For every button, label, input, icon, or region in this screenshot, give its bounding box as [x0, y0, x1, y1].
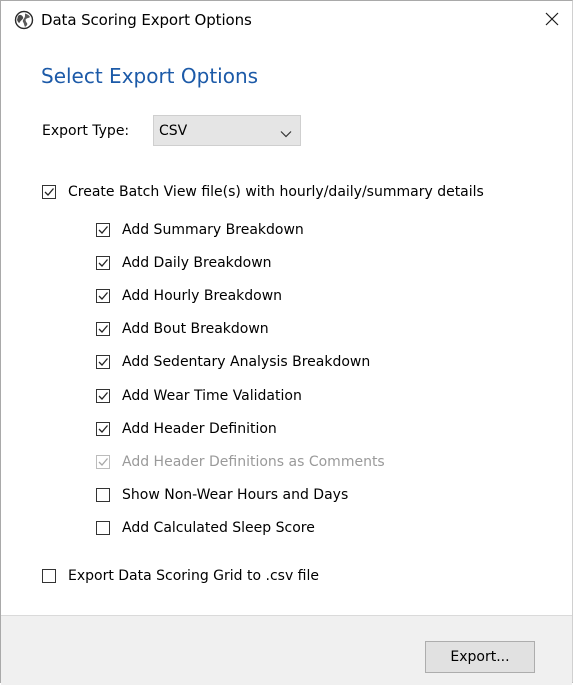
title-bar: Data Scoring Export Options: [1, 1, 572, 39]
option-label: Add Bout Breakdown: [122, 321, 269, 337]
option-row[interactable]: Add Calculated Sleep Score: [96, 518, 315, 538]
option-row[interactable]: Add Daily Breakdown: [96, 253, 272, 273]
option-row[interactable]: Add Sedentary Analysis Breakdown: [96, 352, 370, 372]
option-checkbox[interactable]: [96, 389, 110, 403]
option-checkbox[interactable]: [96, 521, 110, 535]
option-label: Add Summary Breakdown: [122, 222, 304, 238]
export-options-dialog: Data Scoring Export Options Select Expor…: [0, 0, 573, 685]
option-checkbox[interactable]: [96, 289, 110, 303]
option-label: Show Non-Wear Hours and Days: [122, 487, 349, 503]
option-row[interactable]: Add Wear Time Validation: [96, 386, 302, 406]
grid-export-option[interactable]: Export Data Scoring Grid to .csv file: [42, 566, 319, 586]
option-checkbox[interactable]: [96, 422, 110, 436]
option-label: Add Header Definitions as Comments: [122, 454, 385, 470]
export-type-select[interactable]: CSV: [153, 115, 301, 146]
option-row[interactable]: Add Hourly Breakdown: [96, 286, 282, 306]
option-checkbox[interactable]: [96, 488, 110, 502]
chevron-down-icon: [280, 125, 292, 138]
option-label: Add Calculated Sleep Score: [122, 520, 315, 536]
option-label: Add Wear Time Validation: [122, 388, 302, 404]
option-label: Add Daily Breakdown: [122, 255, 272, 271]
option-checkbox[interactable]: [96, 256, 110, 270]
option-label: Add Hourly Breakdown: [122, 288, 283, 304]
option-checkbox: [96, 455, 110, 469]
option-row[interactable]: Add Bout Breakdown: [96, 319, 269, 339]
grid-export-checkbox[interactable]: [42, 569, 56, 583]
grid-export-label: Export Data Scoring Grid to .csv file: [68, 568, 319, 584]
option-row[interactable]: Show Non-Wear Hours and Days: [96, 485, 348, 505]
export-button[interactable]: Export...: [425, 641, 535, 673]
section-heading: Select Export Options: [41, 64, 259, 88]
option-label: Add Sedentary Analysis Breakdown: [122, 354, 371, 370]
close-icon: [545, 11, 559, 30]
option-checkbox[interactable]: [96, 322, 110, 336]
option-checkbox[interactable]: [96, 355, 110, 369]
option-row[interactable]: Add Summary Breakdown: [96, 220, 304, 240]
batch-view-label: Create Batch View file(s) with hourly/da…: [68, 184, 484, 200]
option-row[interactable]: Add Header Definition: [96, 419, 277, 439]
close-button[interactable]: [534, 1, 570, 39]
option-row: Add Header Definitions as Comments: [96, 452, 385, 472]
option-checkbox[interactable]: [96, 223, 110, 237]
batch-view-checkbox[interactable]: [42, 185, 56, 199]
export-type-value: CSV: [159, 123, 188, 139]
option-label: Add Header Definition: [122, 421, 277, 437]
window-title: Data Scoring Export Options: [41, 11, 252, 29]
batch-view-option[interactable]: Create Batch View file(s) with hourly/da…: [42, 182, 484, 202]
export-type-label: Export Type:: [42, 123, 130, 139]
globe-icon: [14, 10, 34, 30]
